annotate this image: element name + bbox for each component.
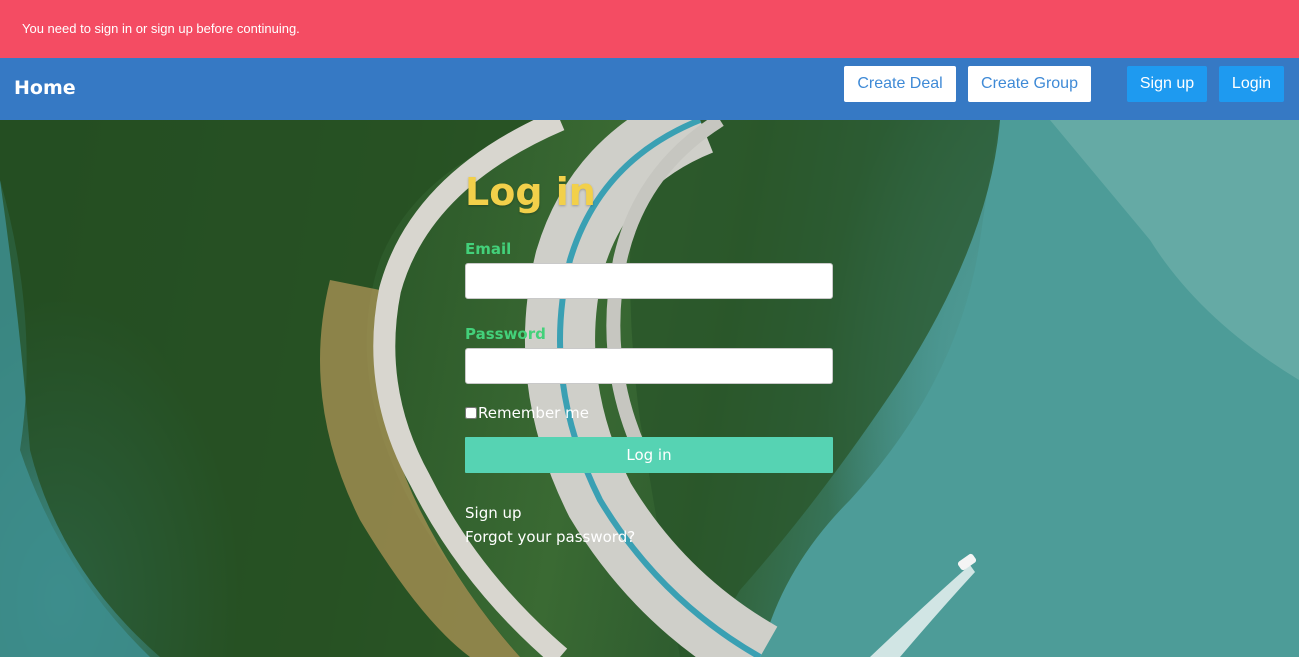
email-field[interactable] — [465, 263, 833, 299]
sign-up-link[interactable]: Sign up — [465, 501, 833, 525]
remember-me-label[interactable]: Remember me — [478, 404, 589, 422]
login-title: Log in — [465, 170, 596, 214]
navbar: Home Create Deal Create Group Sign up Lo… — [0, 58, 1299, 120]
create-deal-button[interactable]: Create Deal — [844, 66, 956, 102]
create-group-button[interactable]: Create Group — [968, 66, 1091, 102]
remember-me-row: Remember me — [465, 404, 833, 422]
alert-message: You need to sign in or sign up before co… — [22, 21, 300, 36]
password-field[interactable] — [465, 348, 833, 384]
flash-alert: You need to sign in or sign up before co… — [0, 0, 1299, 58]
sign-up-button[interactable]: Sign up — [1127, 66, 1207, 102]
email-label: Email — [465, 240, 512, 258]
forgot-password-link[interactable]: Forgot your password? — [465, 525, 833, 549]
log-in-submit-button[interactable]: Log in — [465, 437, 833, 473]
auth-links: Sign up Forgot your password? — [465, 501, 833, 549]
remember-me-checkbox[interactable] — [465, 407, 477, 419]
login-button[interactable]: Login — [1219, 66, 1284, 102]
home-link[interactable]: Home — [14, 77, 76, 99]
login-form: Log in Email Password Remember me Log in… — [465, 170, 833, 549]
password-label: Password — [465, 325, 546, 343]
